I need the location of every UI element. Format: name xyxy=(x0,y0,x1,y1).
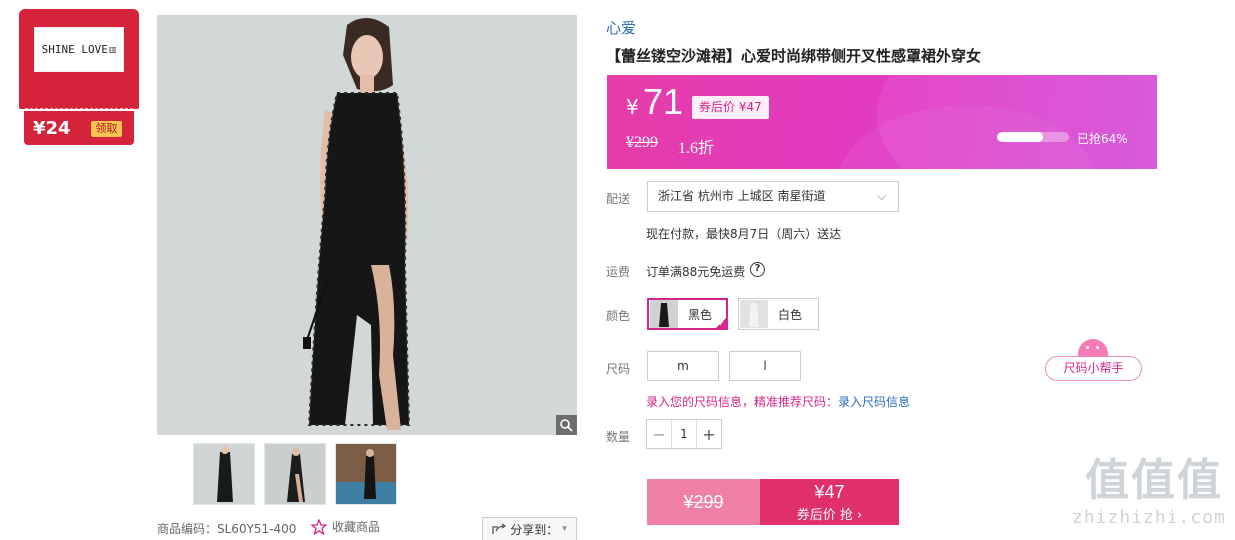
size-option-l[interactable]: l xyxy=(729,351,801,381)
size-note: 录入您的尺码信息，精准推荐尺码：录入尺码信息 xyxy=(646,393,910,410)
check-icon: ✓ xyxy=(718,319,725,328)
price-banner: ¥ 71 券后价 ¥47 ¥299 1.6折 已抢64% xyxy=(607,75,1157,169)
thumbnail-3[interactable] xyxy=(335,443,397,505)
store-logo: SHINE LOVE ▥ xyxy=(34,27,124,72)
size-label: 尺码 xyxy=(606,362,631,376)
store-logo-text: SHINE LOVE xyxy=(41,43,108,56)
coupon-claim-button[interactable]: 领取 xyxy=(91,121,122,137)
star-icon xyxy=(311,518,327,535)
size-helper-label: 尺码小帮手 xyxy=(1045,356,1142,381)
address-value: 浙江省 杭州市 上城区 南星街道 xyxy=(658,189,826,203)
address-select[interactable]: 浙江省 杭州市 上城区 南星街道 ⌵ xyxy=(647,181,899,212)
favorite-button[interactable]: 收藏商品 xyxy=(311,518,380,535)
color-swatch-black xyxy=(650,300,678,328)
buy-original-price: ¥299 xyxy=(647,479,760,525)
sold-progress-fill xyxy=(997,132,1044,142)
buy-action-label: 券后价 抢 › xyxy=(796,508,863,523)
currency-symbol: ¥ xyxy=(626,95,639,119)
shipping-text: 订单满88元免运费 xyxy=(646,265,746,279)
coupon-claim-area[interactable]: ¥24 领取 xyxy=(24,111,134,145)
magnifier-icon xyxy=(560,418,573,432)
size-helper-button[interactable]: 尺码小帮手 xyxy=(1045,336,1143,382)
product-main-image[interactable] xyxy=(157,15,577,435)
dropdown-arrow-icon: ▾ xyxy=(562,524,567,534)
sold-progress-bar xyxy=(997,132,1069,142)
size-info-link[interactable]: 录入尺码信息 xyxy=(838,395,910,409)
watermark-logo: 值值值 xyxy=(1084,455,1223,506)
color-option-label: 黑色 xyxy=(688,307,713,322)
share-icon xyxy=(492,523,507,534)
item-code: 商品编码：SL60Y51-400 xyxy=(157,522,297,536)
coupon-card: SHINE LOVE ▥ xyxy=(19,9,139,109)
brand-link[interactable]: 心爱 xyxy=(606,17,636,38)
favorite-label: 收藏商品 xyxy=(332,520,381,534)
color-option-label: 白色 xyxy=(778,307,803,322)
thumbnail-2[interactable] xyxy=(264,443,326,505)
watermark-url: zhizhizhi.com xyxy=(1072,507,1226,528)
color-swatch-white xyxy=(740,300,768,328)
size-option-m[interactable]: m xyxy=(647,351,719,381)
quantity-increase-button[interactable]: + xyxy=(697,425,721,444)
original-price: ¥299 xyxy=(626,134,658,151)
thumbnail-1[interactable] xyxy=(193,443,255,505)
quantity-label: 数量 xyxy=(606,430,631,444)
quantity-stepper: − 1 + xyxy=(646,419,722,449)
color-option-black[interactable]: 黑色 ✓ xyxy=(647,298,728,330)
quantity-input[interactable]: 1 xyxy=(671,420,697,448)
color-label: 颜色 xyxy=(606,309,631,323)
coupon-amount: ¥24 xyxy=(33,118,71,139)
site-watermark: 值值值 zhizhizhi.com xyxy=(1072,455,1226,528)
coupon-divider xyxy=(25,108,133,109)
current-price: 71 xyxy=(643,81,684,122)
chevron-down-icon: ⌵ xyxy=(876,189,886,203)
zoom-button[interactable] xyxy=(556,415,577,435)
buy-coupon-price-area[interactable]: ¥47 券后价 抢 › xyxy=(760,479,899,525)
sold-progress-text: 已抢64% xyxy=(1077,132,1128,146)
share-label: 分享到： xyxy=(510,522,559,537)
delivery-note: 现在付款，最快8月7日（周六）送达 xyxy=(646,227,842,241)
color-option-white[interactable]: 白色 xyxy=(738,298,819,330)
after-coupon-tag: 券后价 ¥47 xyxy=(692,96,769,119)
size-note-text: 录入您的尺码信息，精准推荐尺码： xyxy=(646,395,839,409)
help-icon[interactable]: ? xyxy=(750,262,765,277)
buy-price: ¥47 xyxy=(814,482,845,502)
shipping-label: 运费 xyxy=(606,265,631,279)
logo-mark-icon: ▥ xyxy=(108,45,117,54)
share-button[interactable]: 分享到： ▾ xyxy=(482,517,577,540)
delivery-label: 配送 xyxy=(606,192,631,206)
buy-button[interactable]: ¥299 ¥47 券后价 抢 › xyxy=(647,479,899,525)
quantity-decrease-button[interactable]: − xyxy=(647,425,671,444)
discount-rate: 1.6折 xyxy=(678,140,715,157)
product-title: 【蕾丝镂空沙滩裙】心爱时尚绑带侧开叉性感罩裙外穿女 xyxy=(606,47,982,65)
